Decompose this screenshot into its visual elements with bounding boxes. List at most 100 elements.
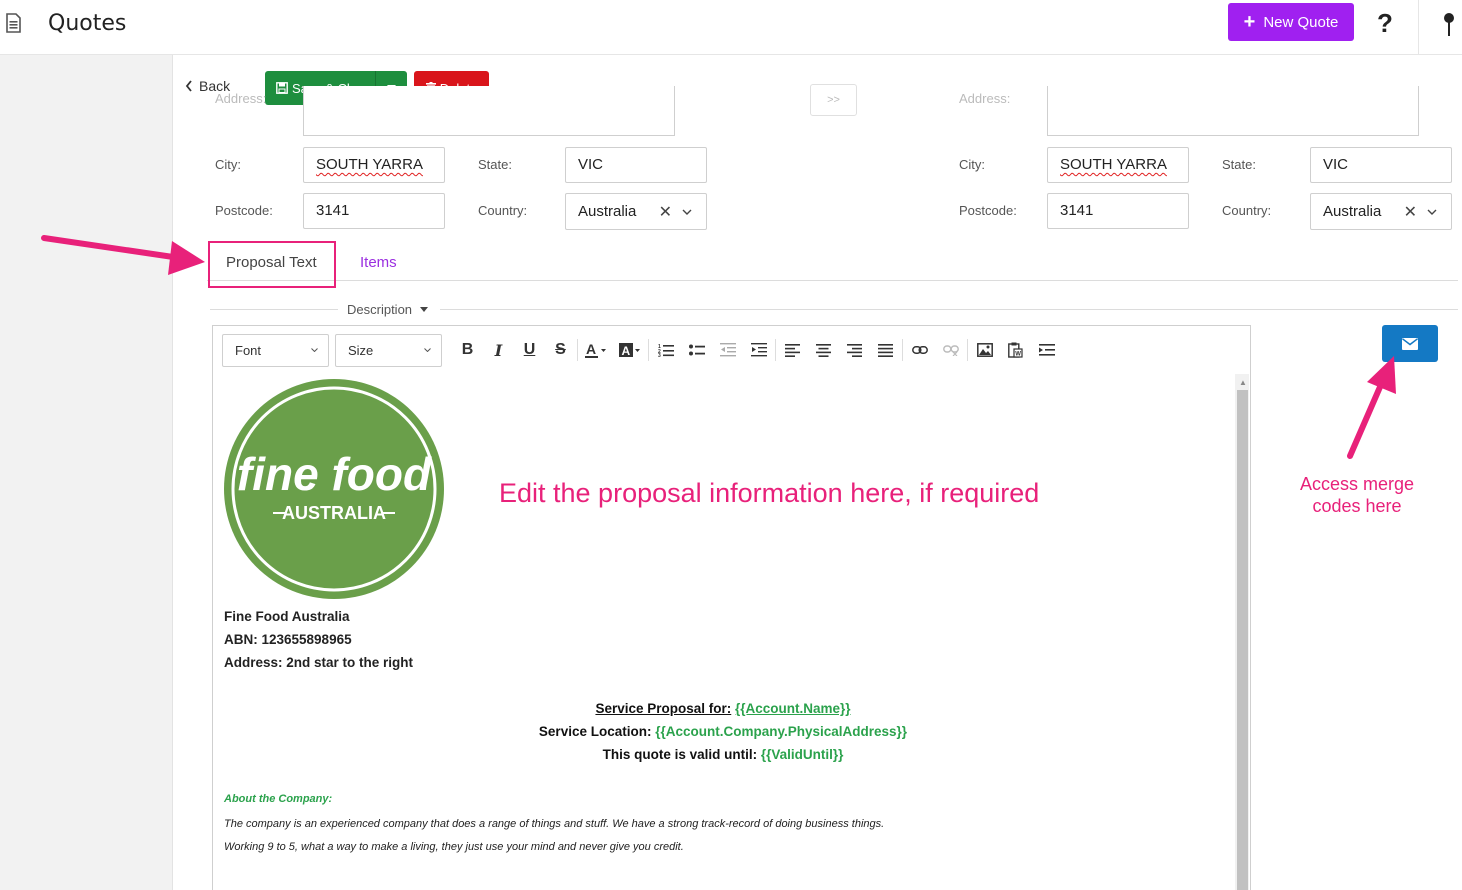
shipping-country-value: Australia: [1323, 203, 1382, 220]
shipping-state-field[interactable]: VIC: [1310, 147, 1452, 183]
paste-word-icon[interactable]: W: [1000, 335, 1031, 365]
underline-icon[interactable]: U: [514, 335, 545, 365]
svg-text:A: A: [622, 344, 631, 358]
shipping-country-label: Country:: [1222, 203, 1272, 218]
caret-down-icon: [420, 307, 429, 312]
header-divider: [1418, 0, 1419, 55]
billing-postcode-value: 3141: [316, 202, 350, 219]
billing-address-label: Address:: [215, 91, 267, 106]
ordered-list-icon[interactable]: 123: [650, 335, 681, 365]
scroll-up-icon[interactable]: ▲: [1239, 378, 1247, 387]
editor-toolbar: Font Size B I U S A A 123 W: [222, 333, 1062, 367]
size-select[interactable]: Size: [335, 333, 442, 367]
proposal-for-code: {{Account.Name}}: [735, 701, 851, 716]
help-icon[interactable]: ?: [1377, 8, 1393, 39]
close-icon[interactable]: ✕: [659, 202, 672, 222]
billing-city-value: SOUTH YARRA: [316, 156, 423, 173]
shipping-state-value: VIC: [1323, 156, 1349, 173]
shipping-country-select[interactable]: Australia ✕: [1310, 193, 1452, 230]
background-color-icon[interactable]: A: [613, 335, 647, 365]
new-quote-label: New Quote: [1263, 13, 1339, 31]
close-icon[interactable]: ✕: [1404, 202, 1417, 222]
svg-text:A: A: [586, 341, 596, 357]
envelope-icon: [1402, 337, 1418, 350]
logo-line2: AUSTRALIA: [282, 503, 386, 523]
page-title: Quotes: [48, 11, 127, 36]
proposal-for-line: Service Proposal for: {{Account.Name}}: [213, 701, 1233, 716]
insert-field-icon[interactable]: [1031, 335, 1062, 365]
description-divider-left: [210, 309, 338, 310]
left-sidebar: [0, 55, 173, 890]
unlink-icon[interactable]: [935, 335, 966, 365]
billing-postcode-label: Postcode:: [215, 203, 273, 218]
valid-until-line: This quote is valid until: {{ValidUntil}…: [213, 747, 1233, 762]
billing-country-label: Country:: [478, 203, 528, 218]
billing-country-value: Australia: [578, 203, 637, 220]
font-select-label: Font: [235, 342, 262, 358]
billing-address-field[interactable]: [303, 86, 675, 136]
link-icon[interactable]: [904, 335, 935, 365]
editor-scroll-thumb[interactable]: [1237, 390, 1248, 890]
logo-line1: fine food: [237, 448, 432, 500]
about-paragraph-2: Working 9 to 5, what a way to make a liv…: [224, 841, 684, 853]
tab-items[interactable]: Items: [360, 254, 397, 271]
billing-country-select[interactable]: Australia ✕: [565, 193, 707, 230]
billing-state-field[interactable]: VIC: [565, 147, 707, 183]
strikethrough-icon[interactable]: S: [545, 335, 576, 365]
svg-text:W: W: [1015, 352, 1021, 358]
svg-text:3: 3: [658, 353, 661, 357]
chevron-down-icon: [682, 209, 692, 215]
billing-state-value: VIC: [578, 156, 604, 173]
italic-icon[interactable]: I: [483, 335, 514, 365]
company-address: Address: 2nd star to the right: [224, 655, 414, 670]
service-location-label: Service Location:: [538, 724, 652, 739]
align-center-icon[interactable]: [808, 335, 839, 365]
shipping-postcode-field[interactable]: 3141: [1047, 193, 1189, 229]
shipping-state-label: State:: [1222, 157, 1256, 172]
tabs-divider: [207, 280, 1458, 281]
company-name: Fine Food Australia: [224, 609, 350, 624]
description-divider-right: [440, 309, 1458, 310]
align-right-icon[interactable]: [839, 335, 870, 365]
bold-icon[interactable]: B: [452, 335, 483, 365]
text-color-icon[interactable]: A: [579, 335, 613, 365]
shipping-address-field[interactable]: [1047, 86, 1419, 136]
pin-icon[interactable]: [1442, 12, 1456, 38]
align-left-icon[interactable]: [777, 335, 808, 365]
chevron-down-icon: [424, 348, 431, 352]
description-dropdown[interactable]: Description: [347, 302, 429, 317]
new-quote-button[interactable]: + New Quote: [1228, 3, 1354, 41]
image-icon[interactable]: [969, 335, 1000, 365]
shipping-city-value: SOUTH YARRA: [1060, 156, 1167, 173]
font-select[interactable]: Font: [222, 333, 329, 367]
copy-address-button[interactable]: >>: [810, 84, 857, 116]
indent-icon[interactable]: [743, 335, 774, 365]
billing-city-field[interactable]: SOUTH YARRA: [303, 147, 445, 183]
description-label: Description: [347, 302, 413, 317]
bullet-list-icon[interactable]: [681, 335, 712, 365]
plus-icon: +: [1243, 11, 1256, 33]
merge-codes-button[interactable]: [1382, 325, 1438, 362]
merge-codes-annotation: Access merge codes here: [1299, 474, 1415, 516]
rich-text-editor[interactable]: Font Size B I U S A A 123 W ▲ fine food …: [212, 325, 1251, 890]
save-icon: [276, 82, 288, 94]
top-bar: Quotes + New Quote ?: [0, 0, 1462, 55]
arrow-to-merge-button: [1347, 356, 1396, 459]
about-heading: About the Company:: [224, 793, 333, 805]
service-location-code: {{Account.Company.PhysicalAddress}}: [655, 724, 908, 739]
chevron-down-icon: [311, 348, 318, 352]
proposal-tab-highlight: [208, 241, 336, 288]
about-paragraph-1: The company is an experienced company th…: [224, 818, 885, 830]
fine-food-logo: fine food AUSTRALIA: [224, 379, 444, 599]
valid-until-label: This quote is valid until:: [602, 747, 758, 762]
align-justify-icon[interactable]: [870, 335, 901, 365]
company-abn: ABN: 123655898965: [224, 632, 352, 647]
service-location-line: Service Location: {{Account.Company.Phys…: [213, 724, 1233, 739]
shipping-postcode-label: Postcode:: [959, 203, 1017, 218]
outdent-icon[interactable]: [712, 335, 743, 365]
chevron-down-icon: [1427, 209, 1437, 215]
shipping-city-field[interactable]: SOUTH YARRA: [1047, 147, 1189, 183]
valid-until-code: {{ValidUntil}}: [760, 747, 844, 762]
billing-postcode-field[interactable]: 3141: [303, 193, 445, 229]
proposal-for-label: Service Proposal for:: [595, 701, 732, 716]
